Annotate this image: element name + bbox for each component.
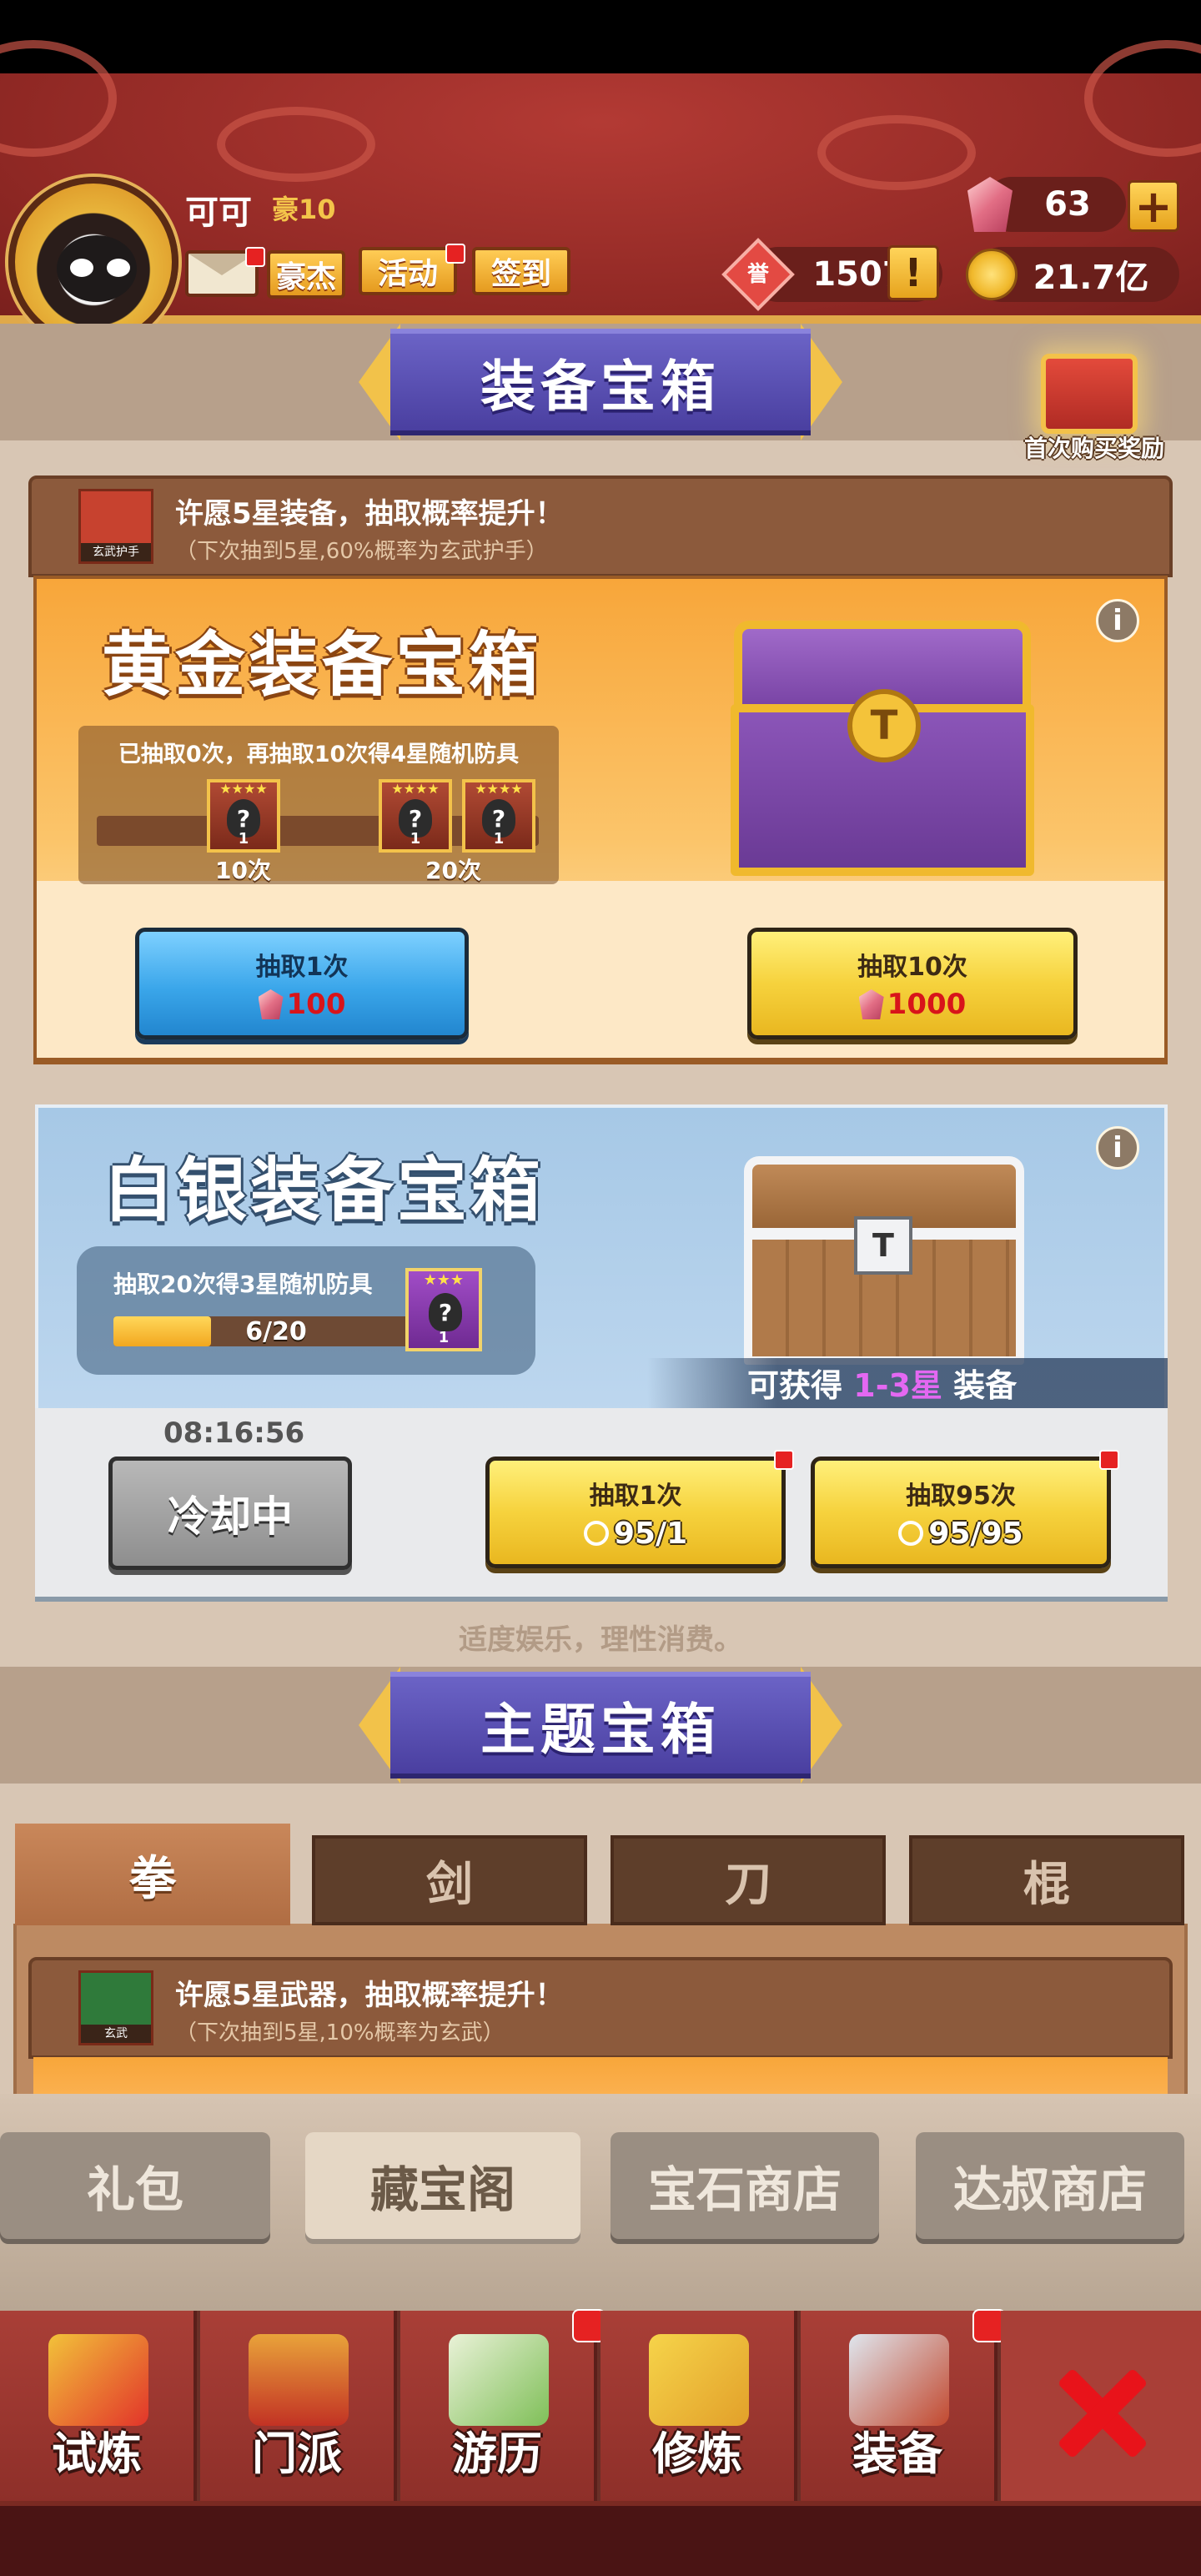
events-button[interactable]: 活动 (359, 247, 457, 295)
draw-cost: 95/95 (898, 1517, 1023, 1551)
player-name: 可可 (185, 194, 252, 232)
avatar[interactable] (8, 177, 178, 347)
equipment-chest-banner: 装备宝箱 (359, 324, 842, 440)
silver-draw-1-button[interactable]: 抽取1次 95/1 (485, 1457, 786, 1568)
tab-staff[interactable]: 棍 (909, 1835, 1184, 1925)
gold-info-icon[interactable]: i (1096, 599, 1139, 642)
draw-cost: 100 (258, 988, 345, 1021)
draw-label: 抽取1次 (255, 953, 349, 982)
first-buy-reward-label: 首次购买奖励 (1023, 435, 1164, 462)
notification-dot (245, 247, 265, 267)
hero-button[interactable]: 豪杰 (267, 250, 345, 299)
wish-title: 许愿5星装备，抽取概率提升！ (175, 497, 564, 531)
bottom-bar (0, 2501, 1201, 2576)
silver-info-icon[interactable]: i (1096, 1126, 1139, 1170)
gold-progress-text: 已抽取0次，再抽取10次得4星随机防具 (118, 742, 520, 767)
silver-chest-image: T (744, 1156, 1024, 1365)
shop-tab-uncle-shop[interactable]: 达叔商店 (916, 2132, 1184, 2239)
notification-dot (1099, 1450, 1119, 1470)
cloud-decoration (217, 107, 375, 182)
responsible-gaming-note: 适度娱乐，理性消费。 (459, 1623, 742, 1657)
tab-blade[interactable]: 刀 (611, 1835, 886, 1925)
gem-icon (258, 989, 284, 1019)
milestone-reward-10[interactable]: ★★★★ ? 1 (207, 779, 280, 853)
key-icon (898, 1521, 924, 1546)
equipment-chest-title: 装备宝箱 (480, 355, 721, 419)
close-icon[interactable] (1053, 2362, 1153, 2463)
notification-dot (774, 1450, 794, 1470)
gold-draw-1-button[interactable]: 抽取1次 100 (135, 928, 469, 1039)
gold-draw-10-button[interactable]: 抽取10次 1000 (747, 928, 1078, 1039)
cooldown-timer: 08:16:56 (163, 1416, 305, 1450)
tab-fist[interactable]: 拳 (15, 1824, 290, 1925)
player-rank: 豪10 (272, 194, 336, 225)
nav-trial[interactable]: 试炼 (0, 2311, 197, 2501)
nav-sect[interactable]: 门派 (200, 2311, 397, 2501)
trial-icon (48, 2334, 148, 2426)
add-gems-button[interactable]: + (1128, 180, 1179, 233)
theme-chest-card-peek (33, 2057, 1168, 2094)
silver-reward-text: 可获得 1-3星 装备 (747, 1367, 1018, 1404)
silver-draw-95-button[interactable]: 抽取95次 95/95 (811, 1457, 1111, 1568)
draw-label: 抽取95次 (906, 1481, 1016, 1511)
silver-milestone-reward[interactable]: ★★★ ? 1 (405, 1268, 482, 1351)
milestone-reward-20b[interactable]: ★★★★ ? 1 (462, 779, 535, 853)
gem-icon (858, 989, 884, 1019)
draw-cost: 1000 (858, 988, 966, 1021)
sect-gate-icon (249, 2334, 349, 2426)
key-icon (583, 1521, 609, 1546)
signin-button[interactable]: 签到 (472, 247, 570, 295)
wish-title: 许愿5星武器，抽取概率提升！ (175, 1979, 564, 2012)
milestone-label-20: 20次 (425, 857, 481, 884)
milestone-reward-20[interactable]: ★★★★ ? 1 (379, 779, 452, 853)
wish-subtitle: （下次抽到5星,10%概率为玄武） (175, 2020, 505, 2045)
nav-travel[interactable]: 游历 (400, 2311, 597, 2501)
milestone-label-10: 10次 (215, 857, 271, 884)
header-border (0, 315, 1201, 324)
theme-wish-bar[interactable]: 玄武 许愿5星武器，抽取概率提升！ （下次抽到5星,10%概率为玄武） (28, 1957, 1173, 2059)
shop-tab-gem-shop[interactable]: 宝石商店 (611, 2132, 879, 2239)
theme-chest-title: 主题宝箱 (480, 1698, 721, 1762)
wish-item-icon: 玄武 (78, 1970, 153, 2045)
first-buy-reward-icon[interactable] (1041, 354, 1138, 434)
nav-equipment[interactable]: 装备 (801, 2311, 997, 2501)
gold-chest-image: T (731, 621, 1034, 879)
theme-chest-banner: 主题宝箱 (359, 1667, 842, 1784)
tab-sword[interactable]: 剑 (312, 1835, 587, 1925)
cloud-decoration (817, 115, 976, 190)
notification-dot (445, 244, 465, 264)
nav-cultivate[interactable]: 修炼 (600, 2311, 797, 2501)
silver-progress-text: 抽取20次得3星随机防具 (113, 1270, 373, 1298)
shop-tab-treasure-pavilion[interactable]: 藏宝阁 (305, 2132, 580, 2239)
coin-count: 21.7亿 (1033, 259, 1149, 297)
draw-cost: 95/1 (583, 1517, 687, 1551)
scroll-book-icon (649, 2334, 749, 2426)
draw-label: 抽取10次 (857, 953, 967, 982)
shop-tab-gift-pack[interactable]: 礼包 (0, 2132, 270, 2239)
wish-bar[interactable]: 玄武护手 许愿5星装备，抽取概率提升！ （下次抽到5星,60%概率为玄武护手） (28, 475, 1173, 577)
silver-progress-value: 6/20 (245, 1316, 307, 1346)
cooldown-button[interactable]: 冷却中 (108, 1457, 352, 1570)
status-bar (0, 0, 1201, 73)
sword-icon (849, 2334, 949, 2426)
gold-chest-title: 黄金装备宝箱 (102, 624, 543, 706)
silver-chest-title: 白银装备宝箱 (103, 1150, 545, 1231)
mountain-icon (449, 2334, 549, 2426)
coin-icon (966, 249, 1018, 300)
draw-label: 抽取1次 (589, 1481, 682, 1511)
wish-subtitle: （下次抽到5星,60%概率为玄武护手） (175, 539, 548, 564)
honor-alert-button[interactable]: ! (887, 245, 939, 300)
wish-item-icon: 玄武护手 (78, 489, 153, 564)
